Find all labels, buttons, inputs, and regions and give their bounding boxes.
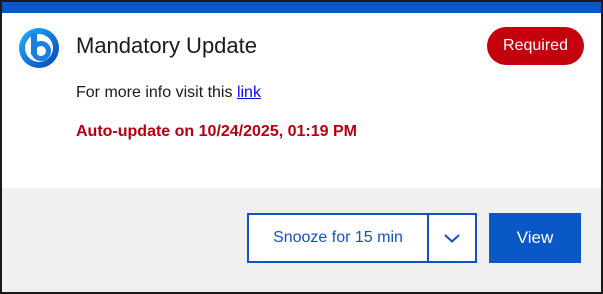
update-notification-window: Mandatory Update Required For more info … — [0, 0, 603, 294]
top-accent-bar — [2, 2, 601, 13]
brand-logo-icon — [18, 27, 60, 69]
more-info-prefix: For more info visit this — [76, 84, 233, 101]
chevron-down-icon — [444, 234, 460, 243]
snooze-dropdown-button[interactable] — [429, 215, 475, 261]
more-info-text: For more info visit this link — [76, 84, 261, 102]
required-badge: Required — [487, 27, 584, 65]
page-title: Mandatory Update — [76, 33, 257, 58]
view-button[interactable]: View — [489, 213, 581, 263]
more-info-link[interactable]: link — [237, 84, 261, 101]
auto-update-notice: Auto-update on 10/24/2025, 01:19 PM — [76, 123, 357, 140]
footer-bar: Snooze for 15 min View — [2, 188, 601, 292]
snooze-split-button: Snooze for 15 min — [247, 213, 477, 263]
snooze-button[interactable]: Snooze for 15 min — [249, 215, 429, 261]
